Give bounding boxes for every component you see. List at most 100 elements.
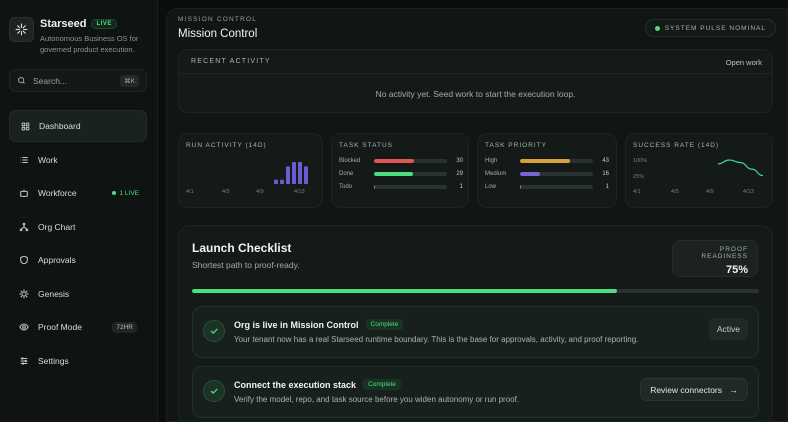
sidebar-item-label: Proof Mode xyxy=(38,322,82,332)
tick-label: 4/5 xyxy=(222,189,230,195)
sidebar-item-dashboard[interactable]: Dashboard xyxy=(9,110,147,142)
complete-badge: Complete xyxy=(365,319,404,330)
brand: Starseed LIVE Autonomous Business OS for… xyxy=(9,17,150,55)
bar-value: 1 xyxy=(605,184,609,190)
success-rate-card: SUCCESS RATE (14D) 100% 25% 4/1 4/5 4/9 … xyxy=(625,133,773,208)
bar-row: Blocked 30 xyxy=(339,158,463,164)
complete-badge: Complete xyxy=(363,379,401,390)
bar-value: 16 xyxy=(602,171,609,177)
task-priority-card: TASK PRIORITY High 43 Medium 16 Low 1 xyxy=(477,133,617,208)
sidebar-item-work[interactable]: Work xyxy=(9,144,147,176)
network-icon xyxy=(19,222,29,232)
sidebar-item-settings[interactable]: Settings xyxy=(9,345,147,377)
search-box[interactable]: Search... ⌘K xyxy=(9,69,147,92)
sidebar-item-org-chart[interactable]: Org Chart xyxy=(9,211,147,243)
bar-row: Medium 16 xyxy=(485,171,609,177)
shield-icon xyxy=(19,255,29,265)
checklist-item-desc: Verify the model, repo, and task source … xyxy=(234,395,520,404)
sidebar-item-workforce[interactable]: Workforce 1 LIVE xyxy=(9,177,147,209)
page-title: Mission Control xyxy=(178,28,258,40)
bar-label: Medium xyxy=(485,171,507,177)
main-panel: MISSION CONTROL Mission Control SYSTEM P… xyxy=(166,8,788,422)
live-count-badge: 1 LIVE xyxy=(112,190,139,197)
recent-activity-card: RECENT ACTIVITY Open work No activity ye… xyxy=(178,49,773,113)
bar xyxy=(286,166,290,184)
sidebar-item-label: Approvals xyxy=(38,255,76,265)
sidebar: Starseed LIVE Autonomous Business OS for… xyxy=(0,0,158,422)
bar xyxy=(304,166,308,184)
checklist-item-title: Connect the execution stack Complete xyxy=(234,379,401,390)
active-status: Active xyxy=(708,318,748,340)
readiness-value: 75% xyxy=(725,264,748,276)
search-input[interactable]: Search... xyxy=(33,76,120,86)
success-rate-chart xyxy=(717,159,764,177)
sidebar-item-approvals[interactable]: Approvals xyxy=(9,244,147,276)
proof-readiness-box: PROOF READINESS 75% xyxy=(672,240,758,277)
bar-value: 43 xyxy=(602,158,609,164)
chart-title: SUCCESS RATE (14D) xyxy=(633,142,720,149)
bar-value: 30 xyxy=(456,158,463,164)
sidebar-item-genesis[interactable]: Genesis xyxy=(9,278,147,310)
bar xyxy=(374,159,415,163)
sidebar-item-label: Work xyxy=(38,154,58,165)
sidebar-item-label: Org Chart xyxy=(38,221,76,232)
check-icon xyxy=(203,380,225,402)
bar-label: Todo xyxy=(339,184,353,190)
bar xyxy=(520,159,571,163)
bar-row: Low 1 xyxy=(485,184,609,190)
tick-label: 4/13 xyxy=(743,189,754,195)
check-icon xyxy=(203,320,225,342)
bar xyxy=(298,162,302,184)
bar-label: Low xyxy=(485,184,497,190)
brand-tagline: Autonomous Business OS for governed prod… xyxy=(40,34,139,54)
sidebar-item-label: Settings xyxy=(38,355,69,366)
run-activity-chart xyxy=(274,162,308,184)
search-icon xyxy=(18,77,25,84)
bar-row: High 43 xyxy=(485,158,609,164)
bot-icon xyxy=(19,188,29,198)
tick-label: 4/13 xyxy=(294,189,305,195)
search-shortcut: ⌘K xyxy=(120,74,139,87)
chart-title: TASK PRIORITY xyxy=(485,142,547,149)
bar-row: Todo 1 xyxy=(339,184,463,190)
progress-fill xyxy=(192,289,618,293)
brand-name: Starseed xyxy=(40,18,87,30)
chart-title: TASK STATUS xyxy=(339,142,393,149)
tick-label: 4/1 xyxy=(186,189,194,195)
bar-value: 1 xyxy=(459,184,463,190)
tick-label: 4/1 xyxy=(633,189,641,195)
checklist-item-title: Org is live in Mission Control Complete xyxy=(234,319,404,330)
bar xyxy=(520,172,540,176)
readiness-progress-bar xyxy=(192,289,759,293)
checklist-item: Org is live in Mission Control Complete Y… xyxy=(192,306,759,358)
open-work-link[interactable]: Open work xyxy=(726,58,762,67)
sidebar-item-label: Genesis xyxy=(38,288,70,299)
bar xyxy=(274,179,278,184)
app: Starseed LIVE Autonomous Business OS for… xyxy=(0,0,788,422)
series-line xyxy=(717,159,764,177)
bar-label: Done xyxy=(339,171,354,177)
bar xyxy=(374,185,376,189)
recent-activity-empty: No activity yet. Seed work to start the … xyxy=(375,89,576,99)
run-activity-card: RUN ACTIVITY (14D) 4/1 4/5 4/9 4/13 xyxy=(178,133,323,208)
tick-label: 4/5 xyxy=(671,189,679,195)
page-eyebrow: MISSION CONTROL xyxy=(178,16,258,23)
bar xyxy=(520,185,522,189)
tick-label: 4/9 xyxy=(256,189,264,195)
recent-activity-title: RECENT ACTIVITY xyxy=(191,58,271,65)
checklist-item: Connect the execution stack Complete Veri… xyxy=(192,366,759,418)
sidebar-nav: Dashboard Work Workforce 1 LIVE Org Char… xyxy=(9,110,147,378)
chart-title: RUN ACTIVITY (14D) xyxy=(186,142,267,149)
tick-label: 4/9 xyxy=(706,189,714,195)
arrow-right-icon: → xyxy=(729,384,738,395)
sidebar-item-proof-mode[interactable]: Proof Mode 72HR xyxy=(9,311,147,343)
sparkle-icon xyxy=(19,288,29,299)
status-dot-icon xyxy=(654,25,660,31)
grid-icon xyxy=(20,121,30,131)
list-icon xyxy=(19,155,29,165)
bar-value: 29 xyxy=(456,171,463,177)
task-status-card: TASK STATUS Blocked 30 Done 29 Todo 1 xyxy=(331,133,469,208)
starseed-logo-icon[interactable] xyxy=(9,17,34,42)
bar-label: High xyxy=(485,158,498,164)
review-connectors-button[interactable]: Review connectors → xyxy=(640,378,748,401)
